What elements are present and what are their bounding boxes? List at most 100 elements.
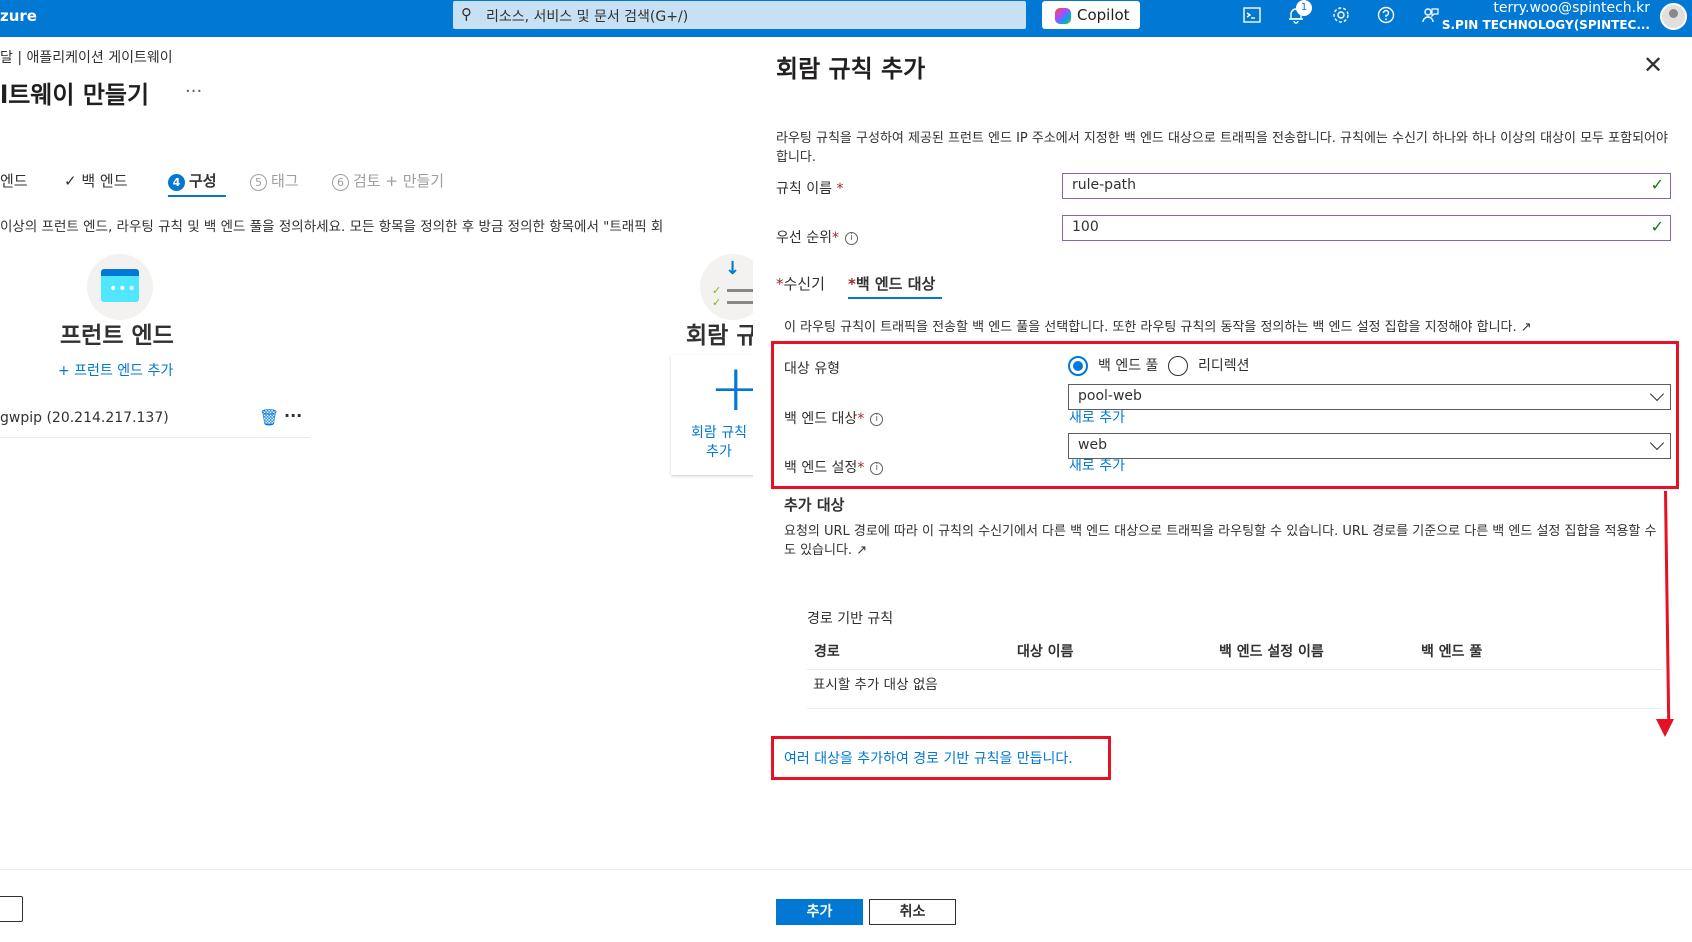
search-placeholder: 리소스, 서비스 및 문서 검색(G+/) xyxy=(486,9,689,25)
add-frontend-link[interactable]: + 프런트 엔드 추가 xyxy=(58,360,173,380)
add-new-backend-target-link[interactable]: 새로 추가 xyxy=(1069,407,1125,427)
table-bottom-divider xyxy=(807,708,1662,709)
column-header-backend-pool: 백 엔드 풀 xyxy=(1421,644,1483,660)
step-frontend[interactable]: 엔드 xyxy=(0,170,28,191)
close-icon[interactable]: ✕ xyxy=(1643,51,1663,79)
annotation-arrow-head xyxy=(1656,719,1674,737)
help-icon[interactable] xyxy=(1374,6,1398,30)
notification-badge: 1 xyxy=(1296,0,1312,16)
external-link-icon: ↗ xyxy=(856,543,868,558)
user-tenant[interactable]: S.PIN TECHNOLOGY(SPINTEC... xyxy=(1442,18,1650,32)
copilot-button[interactable]: Copilot xyxy=(1042,1,1140,29)
more-options-icon[interactable]: ··· xyxy=(185,81,202,102)
add-routing-rule-panel: 회람 규칙 추가 ✕ 라우팅 규칙을 구성하여 제공된 프런트 엔드 IP 주소… xyxy=(753,37,1692,942)
info-icon: i xyxy=(870,461,884,475)
settings-gear-icon[interactable] xyxy=(1329,6,1353,30)
add-new-backend-settings-link[interactable]: 새로 추가 xyxy=(1069,455,1125,475)
step-label: 태그 xyxy=(271,172,299,190)
delete-icon[interactable]: 🗑 xyxy=(259,408,279,427)
more-options-icon[interactable]: ··· xyxy=(284,406,302,425)
radio-button xyxy=(1168,356,1188,376)
step-backend[interactable]: ✓ 백 엔드 xyxy=(64,170,128,191)
backend-settings-label: 백 엔드 설정* i xyxy=(784,457,884,477)
feedback-icon[interactable] xyxy=(1418,6,1442,30)
panel-title: 회람 규칙 추가 xyxy=(776,55,926,83)
backend-settings-dropdown[interactable]: web xyxy=(1068,433,1671,459)
portal-brand[interactable]: zure xyxy=(0,7,37,25)
radio-redirection[interactable]: 리디렉션 xyxy=(1168,355,1250,376)
step-tags[interactable]: 5 태그 xyxy=(250,170,299,191)
footer-divider xyxy=(0,869,753,870)
chevron-down-icon xyxy=(1649,386,1665,402)
cancel-button[interactable]: 취소 xyxy=(869,899,956,925)
info-icon: i xyxy=(844,231,858,245)
rule-name-input[interactable]: rule-path ✓ xyxy=(1062,173,1671,199)
previous-button[interactable] xyxy=(0,896,23,922)
tab-backend-targets[interactable]: *백 엔드 대상 xyxy=(848,273,935,294)
priority-value: 100 xyxy=(1072,219,1099,235)
radio-backend-pool[interactable]: 백 엔드 풀 xyxy=(1068,355,1158,376)
rule-name-label: 규칙 이름 * xyxy=(776,181,844,197)
cloud-shell-icon[interactable] xyxy=(1240,6,1264,30)
copilot-icon xyxy=(1055,8,1071,24)
step-configuration[interactable]: 4 구성 xyxy=(168,170,217,191)
step-label: 검토 + 만들기 xyxy=(353,172,445,190)
priority-label: 우선 순위* i xyxy=(776,227,858,247)
rule-name-value: rule-path xyxy=(1072,177,1137,193)
add-multiple-targets-link[interactable]: 여러 대상을 추가하여 경로 기반 규칙을 만듭니다. xyxy=(784,748,1073,768)
create-gateway-page: 달 | 애플리케이션 게이트웨이 l트웨이 만들기 ··· 엔드 ✓ 백 엔드 … xyxy=(0,37,791,942)
annotation-arrow xyxy=(1664,490,1671,720)
configuration-description: 이상의 프런트 엔드, 라우팅 규칙 및 백 엔드 풀을 정의하세요. 모든 항… xyxy=(0,219,664,235)
top-bar: zure ⚲ 리소스, 서비스 및 문서 검색(G+/) Copilot 1 t… xyxy=(0,0,1692,37)
search-icon: ⚲ xyxy=(461,5,472,23)
user-email[interactable]: terry.woo@spintech.kr xyxy=(1493,0,1650,16)
active-step-indicator xyxy=(168,195,226,197)
list-item[interactable]: gwpip (20.214.217.137) 🗑 ··· xyxy=(0,406,310,438)
target-type-label: 대상 유형 xyxy=(784,361,840,377)
external-link-icon: ↗ xyxy=(1520,320,1532,335)
column-header-backend-settings-name: 백 엔드 설정 이름 xyxy=(1219,644,1324,660)
step-number: 4 xyxy=(168,174,185,191)
copilot-label: Copilot xyxy=(1077,6,1130,24)
frontend-icon: ••• xyxy=(87,254,153,320)
page-title: l트웨이 만들기 xyxy=(0,81,150,109)
backend-settings-value: web xyxy=(1078,437,1107,453)
step-label: 구성 xyxy=(189,172,217,190)
checkmark-icon: ✓ xyxy=(64,172,77,190)
info-icon: i xyxy=(870,412,884,426)
breadcrumb[interactable]: 달 | 애플리케이션 게이트웨이 xyxy=(0,47,173,67)
footer-divider xyxy=(753,869,1692,870)
frontend-title: 프런트 엔드 xyxy=(60,323,174,349)
radio-button-checked xyxy=(1068,356,1088,376)
valid-checkmark-icon: ✓ xyxy=(1650,175,1664,194)
step-label: 백 엔드 xyxy=(81,172,128,190)
download-arrow-icon: ↓ xyxy=(725,258,741,279)
tab-listener[interactable]: *수신기 xyxy=(776,273,825,294)
step-number: 5 xyxy=(250,174,267,191)
backend-target-dropdown[interactable]: pool-web xyxy=(1068,384,1671,410)
step-label: 엔드 xyxy=(0,172,28,190)
valid-checkmark-icon: ✓ xyxy=(1650,217,1664,236)
path-rules-caption: 경로 기반 규칙 xyxy=(807,611,894,627)
active-tab-indicator xyxy=(848,297,942,299)
routing-rules-title: 회람 규 xyxy=(686,323,758,349)
additional-targets-title: 추가 대상 xyxy=(784,496,845,514)
step-number: 6 xyxy=(332,174,349,191)
panel-description: 라우팅 규칙을 구성하여 제공된 프런트 엔드 IP 주소에서 지정한 백 엔드… xyxy=(776,131,1668,165)
add-routing-rule-label: 회람 규칙 추가 xyxy=(691,425,747,460)
backend-target-label: 백 엔드 대상* i xyxy=(784,408,884,428)
global-search-input[interactable]: ⚲ 리소스, 서비스 및 문서 검색(G+/) xyxy=(453,1,1026,29)
column-header-path: 경로 xyxy=(814,644,840,660)
add-button[interactable]: 추가 xyxy=(776,899,863,925)
column-header-target-name: 대상 이름 xyxy=(1017,644,1074,660)
table-header-divider xyxy=(807,669,1662,670)
avatar[interactable] xyxy=(1660,3,1687,30)
table-empty-row: 표시할 추가 대상 없음 xyxy=(813,677,938,693)
backend-tab-description: 이 라우팅 규칙이 트래픽을 전송할 백 엔드 풀을 선택합니다. 또한 라우팅… xyxy=(784,320,1532,335)
step-review-create[interactable]: 6 검토 + 만들기 xyxy=(332,170,444,191)
frontend-ip-label: gwpip (20.214.217.137) xyxy=(0,410,169,426)
chevron-down-icon xyxy=(1649,435,1665,451)
priority-input[interactable]: 100 ✓ xyxy=(1062,215,1671,241)
backend-target-value: pool-web xyxy=(1078,388,1142,404)
additional-targets-description: 요청의 URL 경로에 따라 이 규칙의 수신기에서 다른 백 엔드 대상으로 … xyxy=(784,524,1657,558)
